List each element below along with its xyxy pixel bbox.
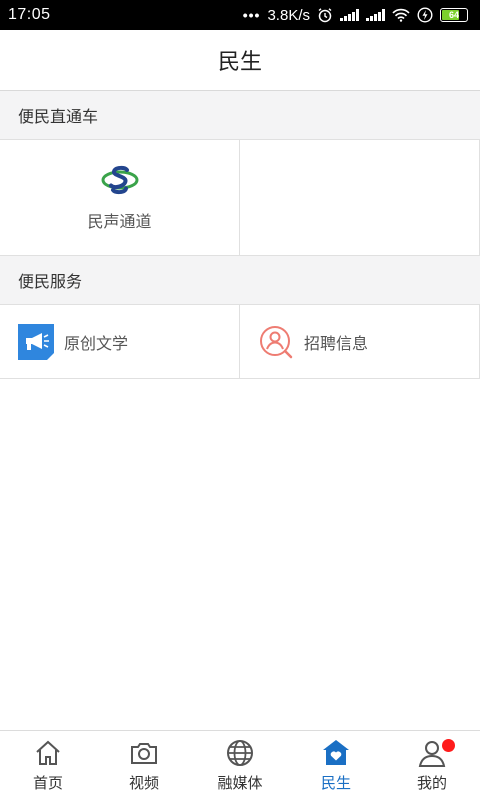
section-header-convenience-services: 便民服务 (0, 256, 480, 305)
globe-icon (227, 740, 253, 766)
status-bar: 17:05 ••• 3.8K/s 64 (0, 0, 480, 30)
section-header-convenience-express: 便民直通车 (0, 91, 480, 140)
more-dots: ••• (242, 7, 261, 23)
grid-item-label: 招聘信息 (304, 333, 369, 353)
nav-item-home[interactable]: 首页 (0, 731, 96, 800)
camera-icon (131, 743, 157, 764)
nav-label: 民生 (320, 774, 351, 792)
megaphone-icon (18, 323, 54, 360)
section-title: 便民直通车 (18, 107, 99, 126)
battery-level: 64 (448, 10, 459, 20)
grid-item-job-info[interactable]: 招聘信息 (240, 305, 480, 379)
signal-icon-2 (366, 9, 385, 21)
status-icons: ••• 3.8K/s 64 (243, 7, 468, 24)
person-search-icon (260, 325, 293, 358)
charging-icon (417, 7, 433, 23)
section-title: 便民服务 (18, 272, 83, 291)
minsheng-logo-icon (101, 165, 138, 194)
nav-label: 视频 (128, 774, 159, 792)
wifi-icon (392, 8, 410, 22)
battery-icon: 64 (440, 8, 468, 22)
bottom-nav: 首页 视频 融媒体 民生 我的 (0, 730, 480, 800)
nav-label: 我的 (416, 774, 447, 792)
grid-item-minsheng-channel[interactable]: 民声通道 (0, 140, 240, 256)
alarm-icon (318, 8, 332, 23)
nav-item-video[interactable]: 视频 (96, 731, 192, 800)
nav-item-media[interactable]: 融媒体 (192, 731, 288, 800)
home-icon (36, 740, 60, 765)
nav-item-mine[interactable]: 我的 (384, 731, 480, 800)
nav-item-livelihood[interactable]: 民生 (288, 731, 384, 800)
nav-label: 融媒体 (217, 774, 263, 792)
page-title: 民生 (217, 50, 262, 75)
grid-item-label: 民声通道 (87, 211, 152, 231)
heart-house-icon (323, 740, 349, 765)
nav-label: 首页 (32, 774, 63, 792)
grid-item-original-literature[interactable]: 原创文学 (0, 305, 240, 379)
status-time: 17:05 (8, 6, 51, 23)
notification-badge (442, 739, 455, 752)
page-header: 民生 (0, 30, 480, 91)
network-speed: 3.8K/s (267, 6, 310, 24)
grid-item-label: 原创文学 (64, 333, 129, 353)
grid-item-empty (240, 140, 480, 256)
signal-icon (340, 9, 359, 21)
